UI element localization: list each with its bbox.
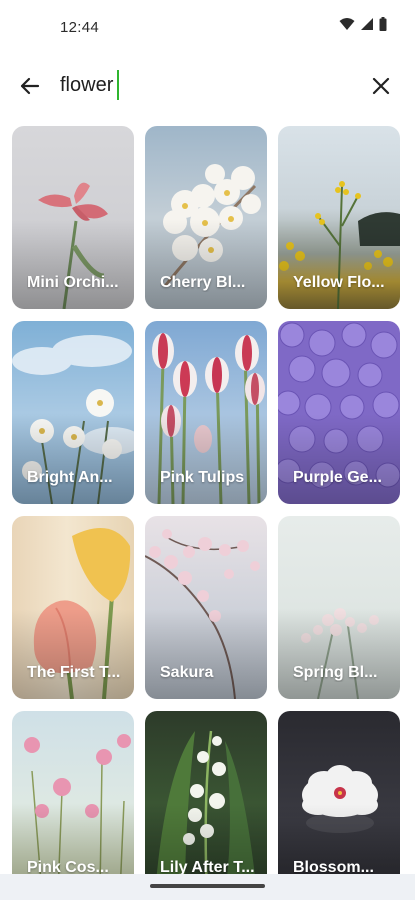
card-shade bbox=[12, 609, 134, 699]
wifi-icon bbox=[339, 17, 355, 36]
card-title: Bright An... bbox=[27, 469, 113, 486]
search-bar bbox=[0, 58, 415, 114]
card-shade bbox=[12, 414, 134, 504]
card-title: Spring Bl... bbox=[293, 664, 378, 681]
results-grid: Mini Orchi... Cherry Bl... Yellow Flo...… bbox=[12, 126, 404, 894]
back-button[interactable] bbox=[16, 72, 44, 100]
card-shade bbox=[145, 609, 267, 699]
search-input[interactable] bbox=[60, 68, 350, 102]
text-caret bbox=[117, 70, 119, 100]
arrow-left-icon bbox=[20, 77, 40, 95]
result-card[interactable]: Blossom... bbox=[278, 711, 400, 894]
result-card[interactable]: Lily After T... bbox=[145, 711, 267, 894]
close-icon bbox=[372, 77, 390, 95]
gesture-navigation-bar bbox=[0, 874, 415, 900]
signal-icon bbox=[360, 17, 374, 36]
card-shade bbox=[278, 609, 400, 699]
result-card[interactable]: Bright An... bbox=[12, 321, 134, 504]
result-card[interactable]: Mini Orchi... bbox=[12, 126, 134, 309]
card-title: Pink Tulips bbox=[160, 469, 245, 486]
card-shade bbox=[145, 219, 267, 309]
card-shade bbox=[12, 219, 134, 309]
result-card[interactable]: Cherry Bl... bbox=[145, 126, 267, 309]
battery-icon bbox=[379, 17, 387, 36]
card-title: Purple Ge... bbox=[293, 469, 382, 486]
card-shade bbox=[145, 414, 267, 504]
card-shade bbox=[278, 414, 400, 504]
home-gesture-handle[interactable] bbox=[150, 884, 265, 888]
status-time: 12:44 bbox=[60, 19, 100, 36]
result-card[interactable]: Pink Tulips bbox=[145, 321, 267, 504]
card-title: Cherry Bl... bbox=[160, 274, 246, 291]
card-title: The First T... bbox=[27, 664, 121, 681]
result-card[interactable]: Sakura bbox=[145, 516, 267, 699]
card-title: Sakura bbox=[160, 664, 214, 681]
clear-search-button[interactable] bbox=[367, 72, 395, 100]
card-title: Yellow Flo... bbox=[293, 274, 385, 291]
result-card[interactable]: Purple Ge... bbox=[278, 321, 400, 504]
card-shade bbox=[278, 219, 400, 309]
result-card[interactable]: The First T... bbox=[12, 516, 134, 699]
card-title: Mini Orchi... bbox=[27, 274, 119, 291]
result-card[interactable]: Pink Cos... bbox=[12, 711, 134, 894]
result-card[interactable]: Yellow Flo... bbox=[278, 126, 400, 309]
status-bar: 12:44 bbox=[0, 0, 415, 52]
result-card[interactable]: Spring Bl... bbox=[278, 516, 400, 699]
status-icons bbox=[339, 17, 387, 36]
